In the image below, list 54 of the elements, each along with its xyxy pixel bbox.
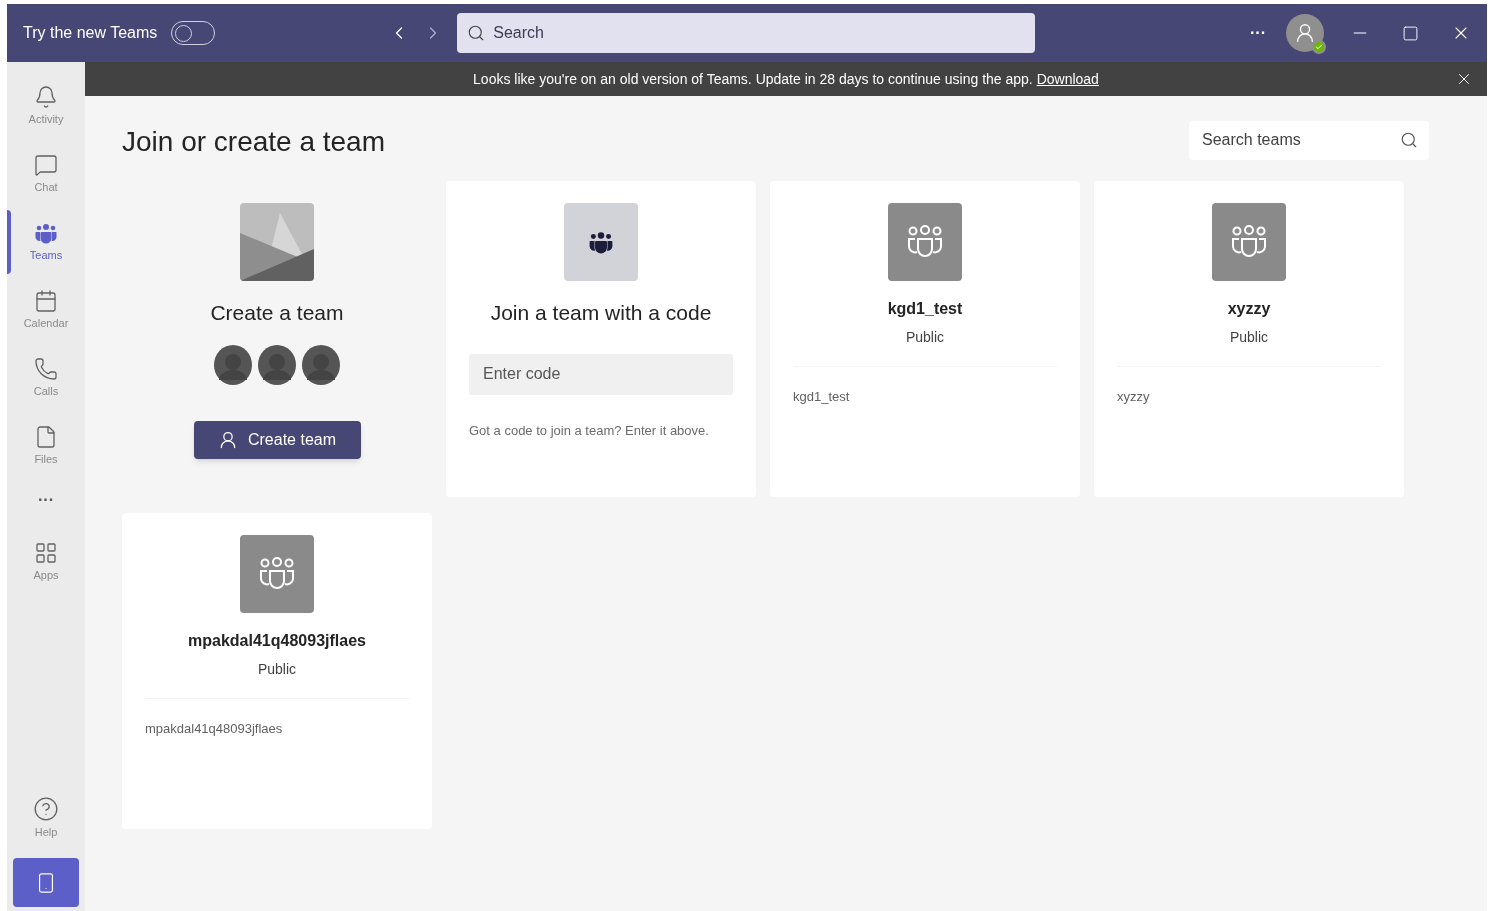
sidebar-item[interactable]: Chat: [7, 140, 85, 208]
avatar[interactable]: [1286, 14, 1324, 52]
team-description: mpakdal41q48093jflaes: [145, 720, 283, 738]
team-description: xyzzy: [1117, 388, 1150, 406]
people-icon: [1229, 224, 1269, 260]
team-card[interactable]: xyzzy Public xyzzy: [1094, 181, 1404, 497]
team-visibility: Public: [257, 660, 297, 679]
code-field[interactable]: Enter code: [469, 353, 733, 395]
grid-icon: [34, 540, 58, 565]
team-card[interactable]: mpakdal41q48093jflaes Public mpakdal41q48093jflaes: [122, 513, 432, 829]
card-title: Join a team with a code: [490, 300, 712, 326]
phone-icon: [34, 356, 58, 381]
team-name: mpakdal41q48093jflaes: [188, 631, 366, 651]
team-name: kgd1_test: [887, 299, 963, 319]
team-description: kgd1_test: [793, 388, 850, 406]
help-item[interactable]: Help: [7, 788, 85, 848]
team-visibility: Public: [905, 328, 945, 347]
people-icon: [905, 224, 945, 260]
page-title: Join or create a team: [122, 125, 386, 159]
avatar-icon: [302, 344, 340, 385]
join-hint: Got a code to join a team? Enter it above.: [469, 421, 709, 440]
team-card[interactable]: kgd1_test Public kgd1_test: [770, 181, 1080, 497]
sidebar-item[interactable]: Teams: [7, 208, 85, 276]
search-field[interactable]: Search: [457, 13, 1036, 53]
bell-icon: [34, 84, 58, 109]
chat-icon: [34, 152, 58, 177]
team-name: xyzzy: [1227, 299, 1271, 319]
search-icon: [467, 24, 486, 42]
status-badge: [1312, 40, 1326, 54]
file-icon: [34, 424, 58, 449]
calendar-icon: [34, 288, 58, 313]
search-teams-field[interactable]: Search teams: [1189, 120, 1429, 160]
create-team-button[interactable]: Create team: [193, 420, 361, 459]
person-icon: [1294, 22, 1316, 44]
download-link[interactable]: Download: [1036, 70, 1099, 87]
more-options[interactable]: ···: [1250, 21, 1266, 45]
new-teams-label: Try the new Teams: [23, 23, 158, 43]
sidebar-item[interactable]: Files: [7, 412, 85, 480]
people-icon: [588, 229, 614, 255]
team-visibility: Public: [1229, 328, 1269, 347]
more-apps[interactable]: ···: [7, 488, 85, 512]
sidebar-item[interactable]: Calls: [7, 344, 85, 412]
mobile-button[interactable]: [13, 858, 79, 907]
sidebar-item[interactable]: Activity: [7, 72, 85, 140]
sidebar-item[interactable]: Calendar: [7, 276, 85, 344]
maximize-icon[interactable]: [1402, 24, 1419, 42]
card-title: Create a team: [210, 300, 344, 326]
banner-message: Looks like you're on an old version of Teams. Update in 28 days to continue using the app. Download: [473, 69, 1099, 89]
people-icon: [257, 556, 297, 592]
search-icon: [1400, 130, 1418, 149]
help-icon: [33, 795, 59, 822]
apps-item[interactable]: Apps: [7, 532, 85, 592]
avatar-icon: [258, 344, 296, 385]
avatar-icon: [214, 344, 252, 385]
